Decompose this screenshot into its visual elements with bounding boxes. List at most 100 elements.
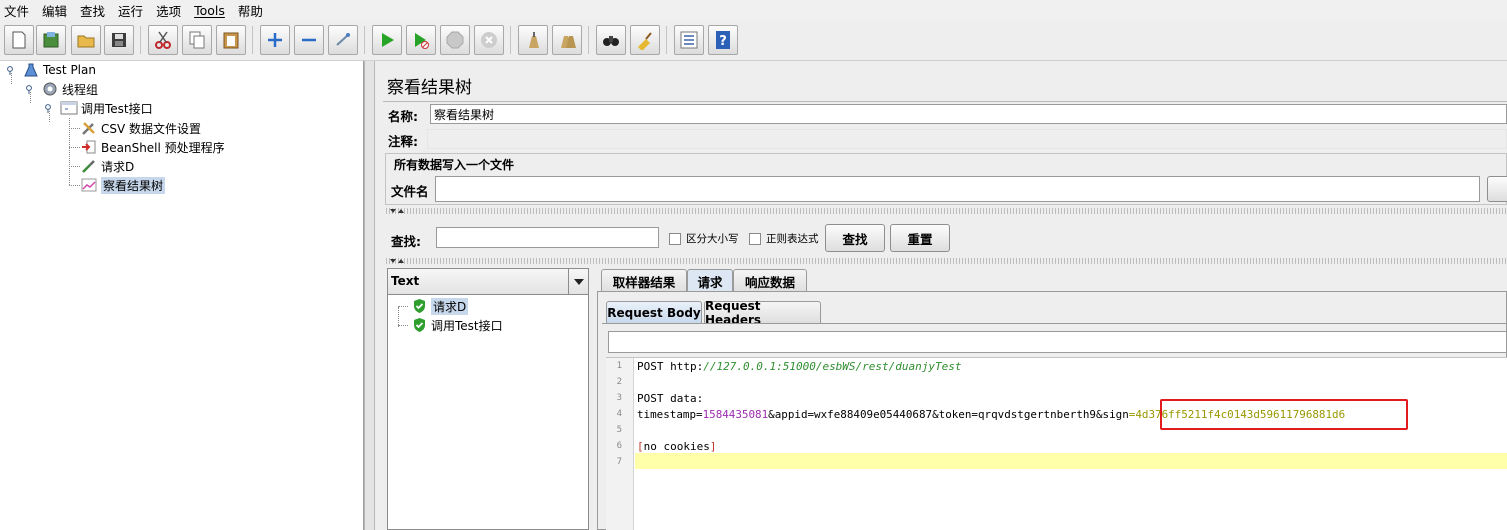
templates-button[interactable]: [36, 25, 66, 55]
reset-search-button[interactable]: [630, 25, 660, 55]
renderer-select[interactable]: Text: [388, 269, 588, 295]
splitter-grip[interactable]: [386, 208, 1507, 214]
collapse-icon: [302, 38, 316, 42]
function-helper-button[interactable]: [674, 25, 704, 55]
save-button[interactable]: [104, 25, 134, 55]
shutdown-button[interactable]: [474, 25, 504, 55]
tree-node-label: Test Plan: [43, 63, 96, 77]
collapse-arrows-icon[interactable]: [389, 257, 405, 265]
comment-field[interactable]: [427, 129, 1507, 149]
search-input[interactable]: [436, 227, 659, 248]
clear-button[interactable]: [518, 25, 548, 55]
splitter-grip[interactable]: [386, 258, 1507, 264]
find-button[interactable]: 查找: [825, 224, 885, 252]
menu-help[interactable]: 帮助: [238, 1, 263, 20]
new-button[interactable]: [4, 25, 34, 55]
tree-connector: [69, 166, 80, 167]
open-icon: [77, 35, 95, 48]
chevron-down-icon[interactable]: [568, 269, 588, 294]
page-title: 察看结果树: [387, 78, 472, 98]
collapse-arrows-icon[interactable]: [389, 207, 405, 215]
toolbar-separator: [252, 26, 253, 54]
config-tools-icon: [80, 120, 98, 136]
menu-tools[interactable]: Tools: [194, 3, 225, 18]
paste-icon: [223, 32, 239, 49]
tree-node-beanshell[interactable]: BeanShell 预处理程序: [80, 138, 225, 156]
case-sensitive-checkbox[interactable]: 区分大小写: [669, 231, 739, 246]
test-plan-icon: [22, 62, 40, 78]
save-icon: [112, 33, 126, 47]
start-no-pauses-button[interactable]: [406, 25, 436, 55]
reset-button[interactable]: 重置: [890, 224, 950, 252]
tree-node-thread-group[interactable]: 线程组: [41, 80, 98, 98]
request-body-editor[interactable]: 1 2 3 4 5 6 7 POST http://127.0.0.1:5100…: [606, 357, 1507, 530]
menu-options[interactable]: 选项: [156, 1, 181, 20]
name-label: 名称:: [388, 109, 418, 124]
tree-connector: [398, 307, 399, 327]
paste-button[interactable]: [216, 25, 246, 55]
tree-expand-handle-icon[interactable]: [45, 104, 54, 113]
tree-expand-handle-icon[interactable]: [26, 85, 35, 94]
code-bracket: [: [637, 440, 644, 453]
toggle-button[interactable]: [328, 25, 358, 55]
templates-icon: [43, 32, 59, 48]
function-helper-icon: [680, 31, 698, 49]
copy-button[interactable]: [182, 25, 212, 55]
result-item[interactable]: 调用Test接口: [410, 316, 503, 334]
thread-group-icon: [41, 81, 59, 97]
tree-node-request-d[interactable]: 请求D: [80, 157, 134, 175]
name-field-value: 察看结果树: [434, 107, 495, 122]
shutdown-icon: [481, 32, 497, 48]
toolbar-separator: [140, 26, 141, 54]
result-item[interactable]: 请求D: [410, 297, 469, 315]
tree-node-label: BeanShell 预处理程序: [101, 140, 225, 155]
code-url: //127.0.0.1:51000/esbWS/rest/duanjyTest: [703, 360, 962, 373]
code-line-3: POST data:: [637, 392, 704, 405]
tab-sampler-result[interactable]: 取样器结果: [601, 269, 687, 292]
tree-node-view-results-tree[interactable]: 察看结果树: [80, 176, 166, 194]
tab-request-body[interactable]: Request Body: [606, 301, 702, 323]
clear-all-icon: [561, 36, 576, 48]
tree-node-label: 察看结果树: [101, 176, 166, 194]
tree-node-test-plan[interactable]: Test Plan: [22, 61, 96, 79]
tree-node-csv-config[interactable]: CSV 数据文件设置: [80, 119, 201, 137]
title-divider: [383, 101, 1507, 102]
search-icon: [603, 36, 619, 46]
request-search-field[interactable]: [608, 331, 1507, 353]
start-button[interactable]: [372, 25, 402, 55]
tab-request-headers[interactable]: Request Headers: [704, 299, 821, 327]
tree-expand-handle-icon[interactable]: [7, 66, 16, 75]
split-pane-divider[interactable]: [364, 61, 375, 530]
menu-file[interactable]: 文件: [4, 1, 29, 20]
code-text: POST http:: [637, 360, 704, 373]
clear-all-button[interactable]: [552, 25, 582, 55]
code-text: &appid=wxfe88409e05440687&token=qrqvdstg…: [768, 408, 1129, 421]
stop-button[interactable]: [440, 25, 470, 55]
search-button[interactable]: [596, 25, 626, 55]
tab-request[interactable]: 请求: [687, 269, 733, 292]
collapse-all-button[interactable]: [294, 25, 324, 55]
checkbox-box[interactable]: [669, 232, 681, 245]
open-button[interactable]: [71, 25, 101, 55]
line-number: 1: [616, 361, 622, 371]
name-field[interactable]: 察看结果树: [430, 104, 1507, 124]
tree-connector: [398, 306, 408, 307]
comment-label: 注释:: [388, 134, 418, 149]
tab-response-data[interactable]: 响应数据: [733, 269, 807, 292]
line-number: 7: [616, 457, 622, 467]
browse-button[interactable]: [1487, 176, 1507, 202]
tree-node-http-request[interactable]: 调用Test接口: [60, 99, 153, 117]
help-icon: ?: [716, 31, 730, 49]
menu-edit[interactable]: 编辑: [42, 1, 67, 20]
help-button[interactable]: ?: [708, 25, 738, 55]
menu-search[interactable]: 查找: [80, 1, 105, 20]
toolbar-separator: [666, 26, 667, 54]
filename-field[interactable]: [435, 176, 1480, 202]
cut-button[interactable]: [148, 25, 178, 55]
view-results-tree-panel: 察看结果树 名称: 察看结果树 注释: 所有数据写入一个文件 文件名 查找: 区…: [383, 61, 1507, 530]
checkbox-box[interactable]: [749, 232, 761, 245]
menu-run[interactable]: 运行: [118, 1, 143, 20]
regex-checkbox[interactable]: 正则表达式: [749, 231, 819, 246]
line-number: 6: [616, 441, 622, 451]
expand-all-button[interactable]: [260, 25, 290, 55]
